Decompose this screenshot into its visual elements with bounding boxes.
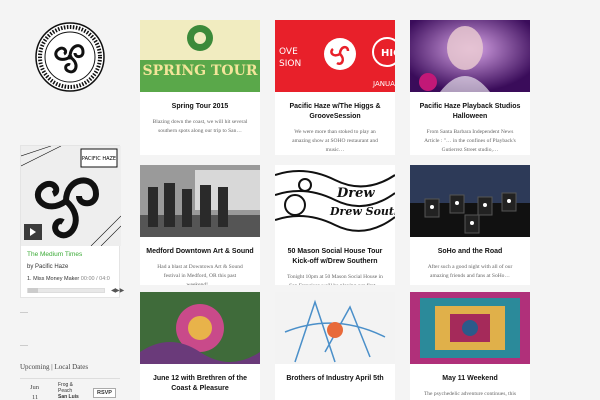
post-excerpt: We were more than stoked to play an amaz…: [292, 129, 378, 153]
post-thumbnail[interactable]: [140, 292, 260, 364]
music-player: PACIFIC HAZE The Medium Times by Pacific…: [20, 145, 124, 298]
album-title[interactable]: The Medium Times: [27, 251, 82, 258]
post-excerpt: Blazing down the coast, we will hit seve…: [152, 119, 248, 134]
post-title[interactable]: Pacific Haze w/The Higgs & GrooveSession: [275, 102, 395, 122]
post-title[interactable]: Brothers of Industry April 5th: [275, 374, 395, 384]
post-thumbnail[interactable]: OVE SION HIGGS JANUARY: [275, 20, 395, 92]
drew-poster-text: Drew Southern: [329, 205, 395, 218]
post-excerpt: Tonight 10pm at 50 Mason Social House in…: [287, 274, 383, 285]
post-excerpt: After such a good night with all of our …: [427, 264, 513, 279]
post-thumbnail[interactable]: [410, 20, 530, 92]
svg-text:SION: SION: [279, 59, 301, 69]
post-title[interactable]: May 11 Weekend: [410, 374, 530, 384]
event-day: 11: [32, 394, 39, 400]
divider: [20, 345, 28, 346]
skip-forward-icon[interactable]: ▶▶: [115, 287, 124, 294]
post-excerpt: Had a blast at Downtown Art & Sound fest…: [157, 264, 243, 285]
post-thumbnail[interactable]: [410, 165, 530, 237]
post-excerpt: From Santa Barbara Independent News Arti…: [424, 129, 516, 153]
post-thumbnail[interactable]: [275, 292, 395, 364]
venue-city: San Luis: [58, 394, 79, 400]
spring-banner-text: SPRING TOUR: [143, 63, 258, 79]
upcoming-title: Upcoming | Local Dates: [20, 363, 89, 371]
svg-text:Drew: Drew: [336, 186, 375, 201]
post-thumbnail[interactable]: Drew Drew Southern: [275, 165, 395, 237]
post-excerpt: The psychedelic adventure continues, thi…: [423, 391, 517, 397]
album-art[interactable]: PACIFIC HAZE: [21, 146, 121, 246]
post-thumbnail[interactable]: SPRING TOUR: [140, 20, 260, 92]
post-card[interactable]: Drew Drew Southern 50 Mason Social House…: [275, 165, 395, 285]
play-button[interactable]: [24, 224, 42, 240]
progress-knob[interactable]: [28, 288, 38, 293]
svg-text:JANUARY: JANUARY: [372, 80, 395, 88]
track-time: 00:00 / 04:0: [80, 276, 110, 282]
post-card[interactable]: Medford Downtown Art & Sound Had a blast…: [140, 165, 260, 285]
post-card[interactable]: May 11 Weekend The psychedelic adventure…: [410, 292, 530, 400]
event-item: Jun 11 Frog & Peach San Luis RSVP: [20, 378, 120, 400]
post-thumbnail[interactable]: [140, 165, 260, 237]
triskelion-logo-icon: [35, 22, 105, 92]
post-title[interactable]: 50 Mason Social House Tour Kick-off w/Dr…: [275, 247, 395, 267]
track-title: 1. Miss Money Maker: [27, 276, 80, 282]
post-title[interactable]: Pacific Haze Playback Studios Halloween: [410, 102, 530, 122]
progress-bar[interactable]: [27, 288, 105, 293]
svg-text:PACIFIC HAZE: PACIFIC HAZE: [82, 156, 116, 162]
divider: [20, 312, 28, 313]
post-card[interactable]: SoHo and the Road After such a good nigh…: [410, 165, 530, 285]
svg-text:OVE: OVE: [279, 47, 298, 57]
post-card[interactable]: June 12 with Brethren of the Coast & Ple…: [140, 292, 260, 400]
post-card[interactable]: Pacific Haze Playback Studios Halloween …: [410, 20, 530, 155]
post-title[interactable]: Spring Tour 2015: [140, 102, 260, 112]
post-card[interactable]: OVE SION HIGGS JANUARY Pacific Haze w/Th…: [275, 20, 395, 155]
event-venue[interactable]: Frog & Peach San Luis: [58, 382, 79, 400]
higgs-banner-text: HIGGS: [381, 48, 395, 59]
post-card[interactable]: SPRING TOUR Spring Tour 2015 Blazing dow…: [140, 20, 260, 155]
post-thumbnail[interactable]: [410, 292, 530, 364]
site-logo[interactable]: [35, 22, 105, 92]
track-row[interactable]: 1. Miss Money Maker 00:00 / 04:0: [27, 276, 110, 282]
post-card[interactable]: Brothers of Industry April 5th: [275, 292, 395, 400]
event-month: Jun: [30, 384, 40, 391]
post-title[interactable]: SoHo and the Road: [410, 247, 530, 257]
post-title[interactable]: Medford Downtown Art & Sound: [140, 247, 260, 257]
post-title[interactable]: June 12 with Brethren of the Coast & Ple…: [140, 374, 260, 394]
album-artist[interactable]: by Pacific Haze: [27, 264, 68, 270]
rsvp-button[interactable]: RSVP: [93, 388, 116, 398]
play-icon: [30, 228, 36, 236]
